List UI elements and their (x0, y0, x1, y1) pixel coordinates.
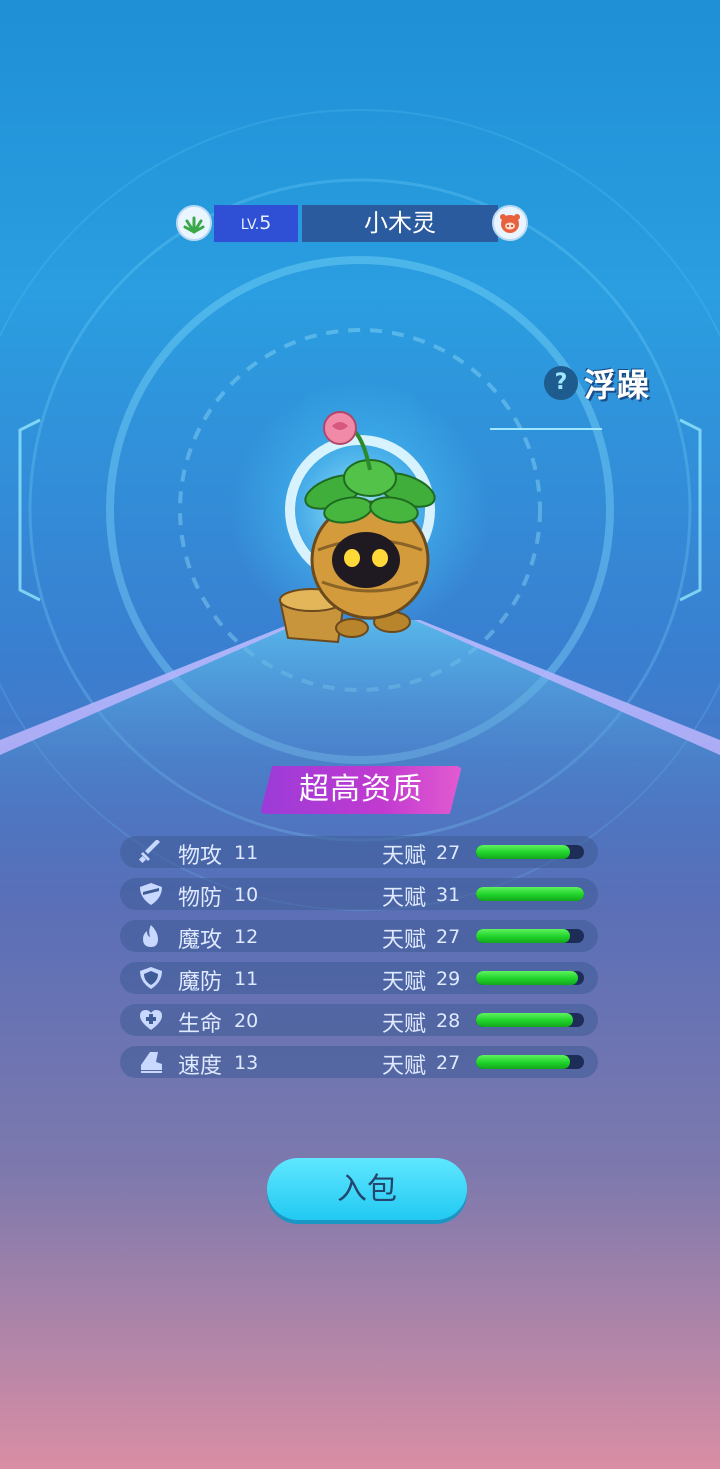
stat-row-health: 生命 20 天赋 28 (120, 1004, 598, 1037)
talent-value: 31 (436, 884, 461, 906)
talent-bar (476, 1055, 584, 1069)
talent-label: 天赋 (382, 1054, 427, 1079)
stat-value: 20 (234, 1010, 259, 1032)
talent-bar (476, 1013, 584, 1027)
stat-name: 魔防 (178, 970, 223, 995)
stat-row-magic-attack: 魔攻 12 天赋 27 (120, 920, 598, 953)
grass-element-icon (176, 205, 212, 241)
trait-pointer-line (490, 428, 602, 430)
stats-list: 物攻 11 天赋 27 物防 10 天赋 31 魔攻 12 天赋 27 魔防 1… (120, 836, 598, 1088)
talent-label: 天赋 (382, 844, 427, 869)
talent-bar-fill (476, 845, 570, 859)
talent-value: 27 (436, 926, 461, 948)
level-indicator: LV.5 (214, 205, 298, 242)
talent-value: 27 (436, 1052, 461, 1074)
talent-bar-fill (476, 929, 570, 943)
quality-badge: 超高资质 (260, 766, 462, 814)
level-prefix: LV. (240, 217, 260, 233)
stat-row-physical-defense: 物防 10 天赋 31 (120, 878, 598, 911)
talent-bar (476, 845, 584, 859)
boot-icon (141, 1052, 162, 1073)
stat-name: 物攻 (178, 844, 223, 869)
stat-value: 11 (234, 968, 259, 990)
talent-bar-fill (476, 887, 584, 901)
stat-value: 12 (234, 926, 259, 948)
stat-name: 物防 (178, 886, 223, 911)
stat-name: 速度 (178, 1054, 223, 1079)
stat-row-magic-defense: 魔防 11 天赋 29 (120, 962, 598, 995)
level-value: 5 (259, 212, 272, 234)
magic-shield-icon (140, 967, 162, 989)
help-icon[interactable]: ? (544, 366, 578, 400)
talent-value: 28 (436, 1010, 461, 1032)
pet-header: LV.5 小木灵 (174, 203, 530, 243)
stat-value: 10 (234, 884, 259, 906)
talent-bar-fill (476, 971, 578, 985)
talent-label: 天赋 (382, 886, 427, 911)
talent-value: 27 (436, 842, 461, 864)
heart-plus-icon (140, 1010, 162, 1030)
talent-bar (476, 929, 584, 943)
talent-value: 29 (436, 968, 461, 990)
stat-value: 11 (234, 842, 259, 864)
talent-bar-fill (476, 1013, 574, 1027)
stat-value: 13 (234, 1052, 259, 1074)
pig-face-icon (492, 205, 528, 241)
pet-sprite (278, 411, 436, 644)
add-to-bag-button[interactable]: 入包 (267, 1158, 467, 1220)
trait-tag[interactable]: ? 浮躁 (544, 352, 670, 410)
talent-bar (476, 971, 584, 985)
sword-icon (138, 840, 160, 864)
stat-row-physical-attack: 物攻 11 天赋 27 (120, 836, 598, 869)
shield-icon (140, 883, 162, 905)
trait-label: 浮躁 (584, 366, 651, 404)
flame-icon (143, 925, 158, 947)
pet-name: 小木灵 (302, 205, 498, 242)
stat-name: 魔攻 (178, 928, 223, 953)
talent-bar-fill (476, 1055, 570, 1069)
stat-name: 生命 (178, 1012, 223, 1037)
talent-label: 天赋 (382, 1012, 427, 1037)
talent-bar (476, 887, 584, 901)
talent-label: 天赋 (382, 928, 427, 953)
stat-row-speed: 速度 13 天赋 27 (120, 1046, 598, 1079)
talent-label: 天赋 (382, 970, 427, 995)
